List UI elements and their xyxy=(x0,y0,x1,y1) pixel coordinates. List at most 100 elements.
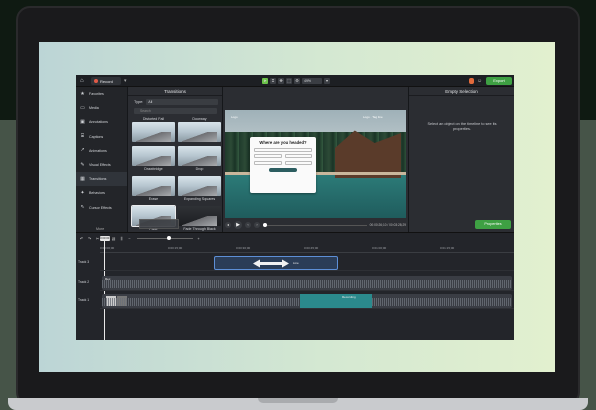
type-label: Type: xyxy=(134,100,144,104)
drag-tooltip xyxy=(139,219,179,229)
sidebar-item-captions[interactable]: ⌸ Captions xyxy=(76,130,127,144)
ruler-label: 0:00:00;00 xyxy=(100,246,115,250)
ruler-label: 0:00:15;00 xyxy=(168,246,183,250)
timeline: ↶ ↷ ✂ ⧉ ▤ ⫼ − + 0:00:00;00 0:00:15;00 0:… xyxy=(76,232,514,340)
type-select[interactable]: All xyxy=(146,99,219,105)
redo-icon[interactable]: ↷ xyxy=(87,236,92,241)
laptop-notch xyxy=(258,398,338,403)
sidebar-item-label: Captions xyxy=(89,134,104,139)
ruler-label: 0:00:30;00 xyxy=(236,246,251,250)
highlighted-clip-segment[interactable] xyxy=(300,294,372,308)
home-icon[interactable]: ⌂ xyxy=(80,78,86,84)
track-area[interactable]: Line xyxy=(100,255,514,271)
transition-thumb[interactable]: Distorted Fall xyxy=(132,116,175,143)
canvas-tools: ➤ ⌗ ✥ ⬚ ⚙ 49% ▾ xyxy=(262,77,330,85)
sidebar-item-media[interactable]: ▭ Media xyxy=(76,101,127,115)
form-card[interactable]: Where are you headed? xyxy=(250,137,316,193)
video-clip[interactable]: Recording xyxy=(102,294,512,308)
crop-tool-icon[interactable]: ⌗ xyxy=(270,78,276,84)
preview-caption: Logo · Tag line xyxy=(363,115,383,119)
clip-name: Recording xyxy=(342,295,356,299)
top-toolbar: ⌂ Record ▾ ➤ ⌗ ✥ ⬚ ⚙ 49% ▾ ☺ Export xyxy=(76,75,514,87)
track-area[interactable]: Rec xyxy=(100,275,514,291)
zoom-out-icon[interactable]: − xyxy=(127,236,132,241)
animation-icon: ↗ xyxy=(80,147,85,154)
transform-tool-icon[interactable]: ⬚ xyxy=(286,78,292,84)
ruler-label: 0:01:00;00 xyxy=(372,246,387,250)
play-button[interactable]: ▶ xyxy=(234,221,242,229)
next-icon[interactable]: › xyxy=(254,222,260,228)
preview-logo: Logo xyxy=(231,115,238,119)
properties-panel: Empty Selection Select an object on the … xyxy=(408,87,514,232)
thumb-image xyxy=(132,176,175,196)
timecode: 00:00:26;10 / 00:03:28;29 xyxy=(369,223,406,227)
video-preview[interactable]: Logo Logo · Tag line Where are you heade… xyxy=(225,110,406,218)
thumb-label: Drawbridge xyxy=(144,167,163,171)
sidebar-item-cursor-effects[interactable]: ⇖ Cursor Effects xyxy=(76,201,127,215)
visual-effects-icon: ✎ xyxy=(80,161,85,168)
double-arrow-icon xyxy=(253,259,289,268)
form-field xyxy=(284,154,312,158)
transition-clip[interactable]: Line xyxy=(214,256,338,270)
record-label: Record xyxy=(100,78,113,84)
sidebar-item-favorites[interactable]: ★ Favorites xyxy=(76,87,127,101)
sidebar-item-visual-effects[interactable]: ✎ Visual Effects xyxy=(76,158,127,172)
record-button[interactable]: Record xyxy=(91,77,121,85)
user-icon[interactable]: ☺ xyxy=(477,78,483,84)
annotation-icon: ▣ xyxy=(80,118,85,125)
chevron-down-icon[interactable]: ▾ xyxy=(124,78,130,84)
caption-icon: ⌸ xyxy=(80,133,84,140)
sidebar-item-label: Media xyxy=(89,106,99,111)
sidebar-item-label: Behaviors xyxy=(89,191,105,196)
track-3: Track 3 Line xyxy=(76,255,514,271)
transitions-panel: Transitions Type: All ⌕ Search Distorted… xyxy=(128,87,223,232)
transition-thumb[interactable]: Drop xyxy=(178,146,221,173)
step-back-icon[interactable]: ◂ xyxy=(225,222,231,228)
sidebar-item-animations[interactable]: ↗ Animations xyxy=(76,144,127,158)
scrub-bar[interactable] xyxy=(263,223,367,227)
transition-thumb[interactable]: Doorway xyxy=(178,116,221,143)
transition-thumb[interactable]: Erase xyxy=(132,176,175,203)
behavior-icon: ✦ xyxy=(80,189,85,196)
form-field xyxy=(254,154,282,158)
form-input-box xyxy=(254,154,282,158)
track-area[interactable]: Recording xyxy=(100,293,514,309)
thumb-label: Drop xyxy=(195,167,204,171)
form-title: Where are you headed? xyxy=(259,140,307,145)
star-icon: ★ xyxy=(80,90,85,97)
previous-icon[interactable]: ‹ xyxy=(245,222,251,228)
sidebar-item-behaviors[interactable]: ✦ Behaviors xyxy=(76,186,127,200)
transition-icon: ▦ xyxy=(80,175,85,182)
pan-tool-icon[interactable]: ✥ xyxy=(278,78,284,84)
microphone-icon[interactable] xyxy=(469,78,474,84)
search-input[interactable]: Search xyxy=(134,108,217,114)
zoom-in-icon[interactable]: + xyxy=(196,236,201,241)
thumb-image xyxy=(178,146,221,166)
timeline-zoom-slider[interactable] xyxy=(137,236,193,240)
sidebar-item-annotations[interactable]: ▣ Annotations xyxy=(76,115,127,129)
zoom-select[interactable]: 49% xyxy=(302,78,322,84)
form-input-box xyxy=(254,160,282,165)
transition-thumb[interactable]: Expanding Squares xyxy=(178,176,221,203)
sidebar-item-label: Annotations xyxy=(89,120,108,125)
timeline-zoom-handle[interactable] xyxy=(167,236,171,240)
playhead-tag[interactable]: 0:00:00;00 xyxy=(100,236,113,241)
gear-icon[interactable]: ⚙ xyxy=(294,78,300,84)
split-icon[interactable]: ⫼ xyxy=(119,236,124,241)
timeline-ruler[interactable]: 0:00:00;00 0:00:15;00 0:00:30;00 0:00:45… xyxy=(100,245,514,253)
clip-name: Line xyxy=(293,261,299,265)
export-button[interactable]: Export xyxy=(486,77,512,85)
scrub-handle[interactable] xyxy=(263,223,267,227)
properties-button[interactable]: Properties xyxy=(475,220,511,229)
audio-clip[interactable]: Rec xyxy=(102,276,512,290)
record-dot-icon xyxy=(94,79,98,83)
media-icon: ▭ xyxy=(80,104,85,111)
undo-icon[interactable]: ↶ xyxy=(79,236,84,241)
zoom-chevron-icon[interactable]: ▾ xyxy=(324,78,330,84)
arrow-tool-icon[interactable]: ➤ xyxy=(262,78,268,84)
transition-thumb[interactable]: Drawbridge xyxy=(132,146,175,173)
sidebar-item-transitions[interactable]: ▦ Transitions xyxy=(76,172,127,187)
more-button[interactable]: More xyxy=(96,227,104,231)
transition-thumb[interactable]: Fade Through Black xyxy=(178,206,221,233)
thumb-image xyxy=(132,146,175,166)
